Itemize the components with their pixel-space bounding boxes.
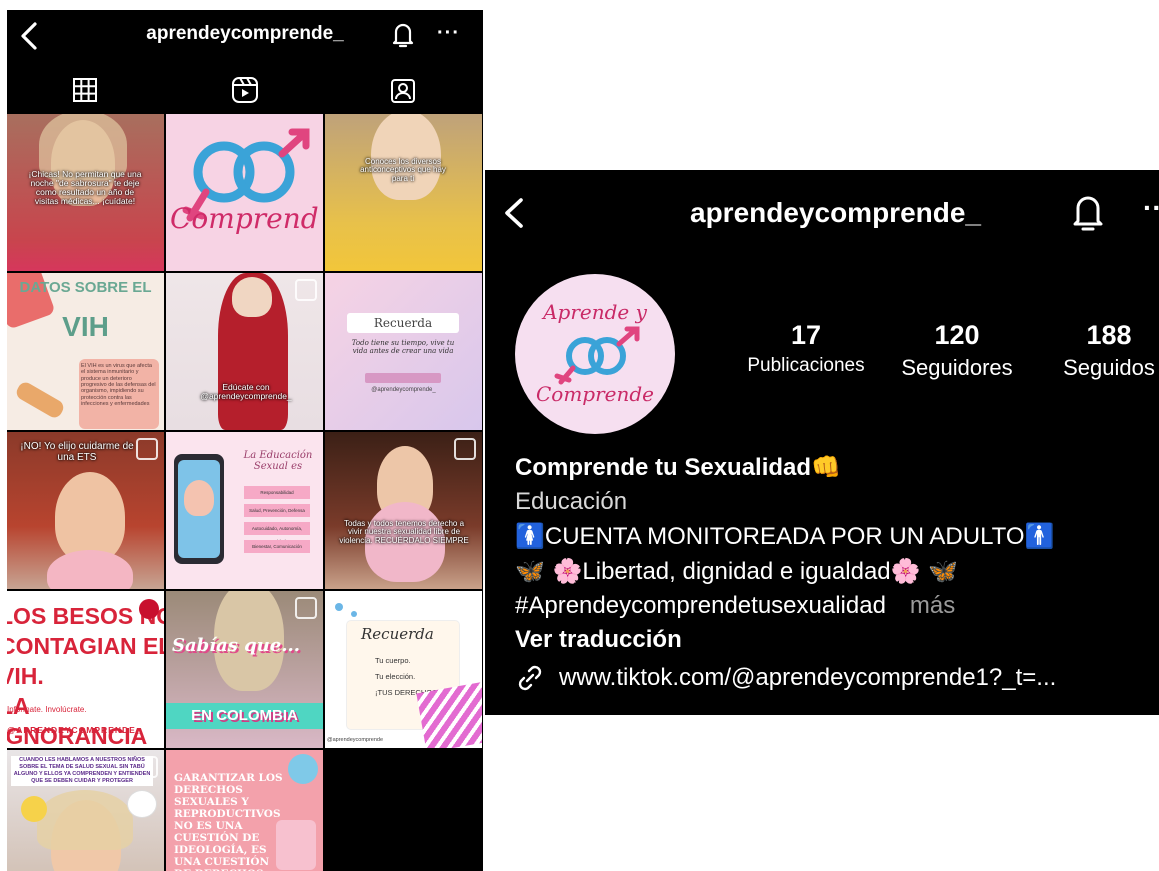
profile-handle: aprendeycomprende_ xyxy=(690,197,981,228)
post-thumbnail[interactable]: La Educación Sexual es Responsabilidad S… xyxy=(166,432,323,589)
tab-tagged[interactable] xyxy=(383,72,423,108)
post-thumbnail[interactable]: Edúcate con @aprendeycomprende_ xyxy=(166,273,323,430)
post-thumbnail[interactable]: ¡NO! Yo elijo cuidarme de una ETS xyxy=(7,432,164,589)
reel-indicator-icon xyxy=(454,438,476,460)
female-symbol-icon xyxy=(288,754,318,784)
stat-followers[interactable]: 120 Seguidores xyxy=(887,320,1027,381)
bell-icon[interactable] xyxy=(391,20,415,50)
post-thumbnail[interactable]: LOS BESOS NO CONTAGIAN EL VIH. LA IGNORA… xyxy=(7,591,164,748)
reel-indicator-icon xyxy=(295,279,317,301)
reels-icon xyxy=(232,77,258,103)
post-thumbnail[interactable]: Sabías que... EN COLOMBIA xyxy=(166,591,323,748)
butterfly-flower-emoji-icon: 🦋 🌸 xyxy=(515,557,583,585)
profile-category: Educación xyxy=(515,488,628,515)
more-options-icon[interactable]: ··· xyxy=(437,22,460,45)
tab-grid[interactable] xyxy=(65,72,105,108)
flower-butterfly-emoji-icon: 🌸 🦋 xyxy=(890,557,959,585)
display-name: Comprende tu Sexualidad xyxy=(515,454,812,481)
bear-sticker xyxy=(127,790,157,818)
bio-hashtag[interactable]: #Aprendeycomprendetusexualidad xyxy=(515,592,886,619)
post-thumbnail[interactable]: DATOS SOBRE EL VIH El VIH es un virus qu… xyxy=(7,273,164,430)
post-thumbnail[interactable]: Recuerda Todo tiene su tiempo, vive tu v… xyxy=(325,273,482,430)
post-thumbnail[interactable]: GARANTIZAR LOS DERECHOS SEXUALES Y REPRO… xyxy=(166,750,323,871)
top-bar: aprendeycomprende_ ··· xyxy=(7,10,483,62)
reel-indicator-icon xyxy=(136,438,158,460)
post-thumbnail[interactable]: ¡Chicas! No permitan que una noche "de s… xyxy=(7,114,164,271)
reel-indicator-icon xyxy=(295,597,317,619)
grid-icon xyxy=(73,78,97,102)
post-thumbnail[interactable]: CUANDO LES HABLAMOS A NUESTROS NIÑOS SOB… xyxy=(7,750,164,871)
back-arrow-icon[interactable] xyxy=(499,192,529,234)
bio-more-link[interactable]: más xyxy=(910,592,955,619)
empty-grid-slot xyxy=(325,750,482,871)
emoji-sticker xyxy=(21,796,47,822)
tagged-person-icon xyxy=(391,79,415,103)
stat-following[interactable]: 188 Seguidos xyxy=(1049,320,1159,381)
profile-website-link[interactable]: www.tiktok.com/@aprendeycomprende1?_t=..… xyxy=(515,663,1056,693)
post-thumbnail[interactable]: Todas y todos tenemos derecho a vivir nu… xyxy=(325,432,482,589)
content-tabs xyxy=(7,66,483,114)
tab-reels[interactable] xyxy=(225,72,265,108)
see-translation-link[interactable]: Ver traducción xyxy=(515,623,1155,657)
avatar[interactable]: Aprende y Comprende xyxy=(515,274,675,434)
gender-symbols-logo xyxy=(554,326,640,385)
bell-icon[interactable] xyxy=(1071,190,1105,234)
profile-grid-screenshot: aprendeycomprende_ ··· ¡Chicas! No permi… xyxy=(7,10,483,871)
bio-line-values: Libertad, dignidad e igualdad xyxy=(582,558,891,585)
link-icon xyxy=(518,665,542,691)
fist-emoji-icon: 👊 xyxy=(811,453,841,481)
profile-header-screenshot: aprendeycomprende_ ·· Aprende y Comprend… xyxy=(485,170,1159,715)
male-sign-emoji-icon: 🚹 xyxy=(1024,522,1055,550)
post-thumbnail[interactable]: Recuerda Tu cuerpo. Tu elección. ¡TUS DE… xyxy=(325,591,482,748)
more-options-icon[interactable]: ·· xyxy=(1143,192,1159,224)
post-thumbnail[interactable]: Comprend xyxy=(166,114,323,271)
stat-posts[interactable]: 17 Publicaciones xyxy=(741,320,871,377)
female-sign-emoji-icon: 🚺 xyxy=(515,522,545,550)
gender-symbols-logo xyxy=(182,128,310,222)
profile-bio: Comprende tu Sexualidad👊 Educación 🚺CUEN… xyxy=(515,450,1155,657)
ribbon-icon xyxy=(139,599,159,619)
post-thumbnail[interactable]: Conoces los diversos anticonceptivos que… xyxy=(325,114,482,271)
bio-line-monitored: CUENTA MONITOREADA POR UN ADULTO xyxy=(544,523,1025,550)
